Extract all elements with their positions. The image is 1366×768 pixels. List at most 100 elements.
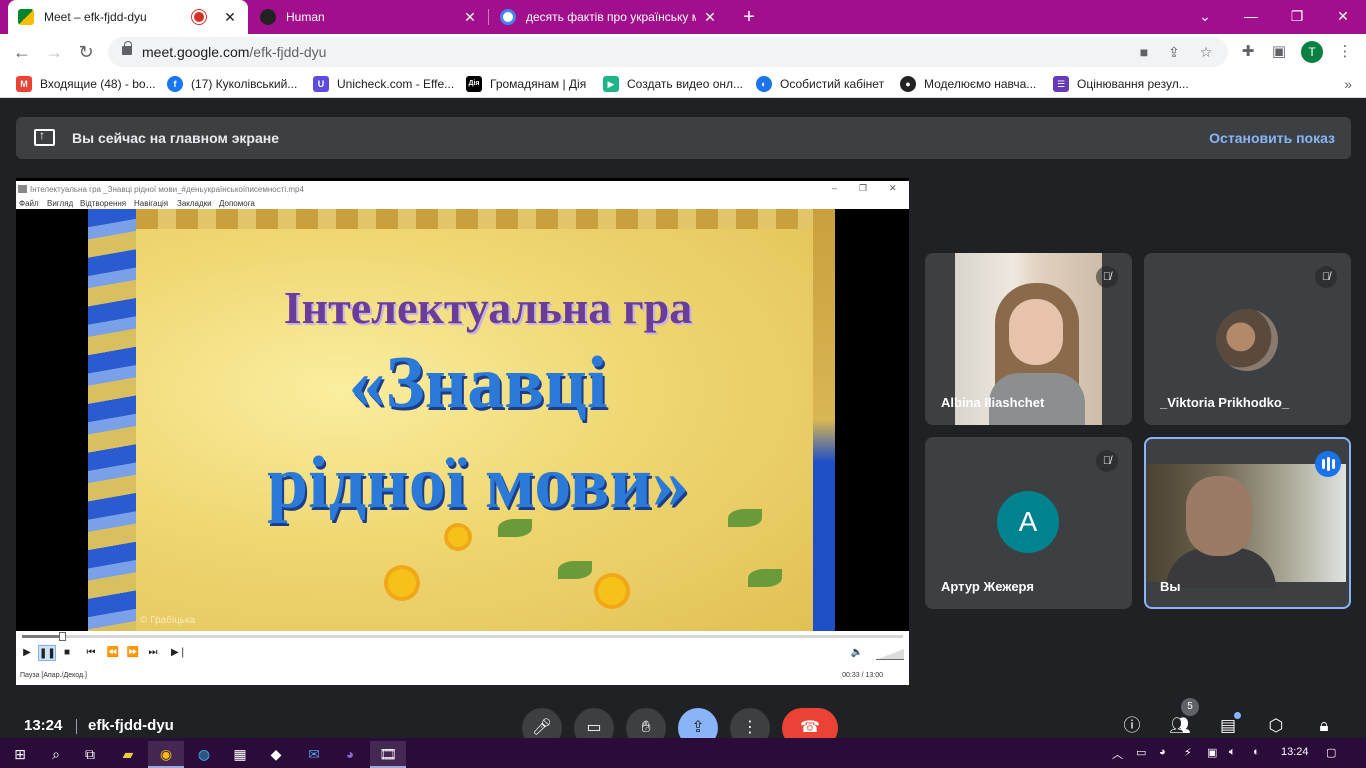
host-controls-button[interactable]: 🔒︎ [1310,712,1338,740]
profile-avatar[interactable]: T [1301,41,1323,63]
back-button[interactable]: ← [10,40,34,64]
microphone-icon: 🎤︎ [531,719,553,736]
notifications-icon[interactable]: ▢ [1326,746,1336,759]
tab-google-search[interactable]: десять фактів про українську мо ✕ [490,0,728,34]
mic-off-icon: 🎙̸ [1096,450,1118,472]
speaking-indicator-icon [1315,451,1341,477]
close-icon[interactable]: ✕ [462,9,478,26]
tray-chevron-icon[interactable]: ︿ [1112,746,1123,762]
file-explorer-icon[interactable]: ▰ [110,741,146,768]
people-icon: 👥︎ [1169,716,1191,735]
forward-button[interactable]: → [42,40,66,64]
participant-name: _Viktoria Prikhodko_ [1160,395,1290,410]
edge-icon[interactable]: ◍ [186,741,222,768]
share-icon[interactable]: ⇪ [1164,42,1184,62]
camera-in-use-icon[interactable]: ■ [1134,42,1154,62]
player-statusbar: Пауза [Апар./Декод.] 00:33 / 13:00 [16,667,909,685]
new-tab-button[interactable]: + [738,5,760,29]
player-menu-item: Файл [19,199,39,208]
search-icon[interactable]: ⌕ [38,741,74,768]
tab-title: десять фактів про українську мо [526,10,696,24]
bookmark-personal-cabinet[interactable]: ◐ Особистий кабінет [756,76,884,92]
mic-off-icon: 🎙̸ [1315,266,1337,288]
participant-tile[interactable]: 🎙̸ _Viktoria Prikhodko_ [1144,253,1351,425]
participant-tile-self[interactable]: Вы [1144,437,1351,609]
url-text: meet.google.com/efk-fjdd-dyu [142,44,327,60]
volume-tray-icon[interactable]: 🔈︎ [1229,746,1236,759]
more-bookmarks-icon[interactable]: » [1344,76,1352,92]
meeting-clock: 13:24 [24,717,63,734]
extensions-icon[interactable]: ✚ [1236,40,1260,64]
participant-name: Albina Iliashchet [941,395,1045,410]
activities-icon: ⬡ [1268,716,1284,735]
flower-decoration [388,569,416,597]
leaf-decoration [748,569,782,587]
battery-icon[interactable]: ▭ [1136,746,1146,759]
lock-person-icon: 🔒︎ [1319,716,1329,735]
bookmark-unicheck[interactable]: U Unicheck.com - Effe... [313,76,454,92]
restore-button[interactable]: ❐ [1274,0,1320,34]
viber-icon[interactable]: ◕ [332,741,368,768]
minimize-button[interactable]: — [1228,0,1274,34]
bookmark-video-creator[interactable]: ▶ Создать видео онл... [603,76,743,92]
activities-button[interactable]: ⬡ [1262,712,1290,740]
diia-icon: Дія [466,76,482,92]
taskbar-clock[interactable]: 13:24 [1281,746,1309,758]
stop-presenting-button[interactable]: Остановить показ [1209,130,1335,146]
flower-decoration [598,577,626,605]
start-windows-icon[interactable]: ⊞ [2,741,38,768]
tab-strip: Meet – efk-fjdd-dyu ✕ Human ✕ десять фак… [0,0,1366,34]
bookmark-diia[interactable]: Дія Громадянам | Дія [466,76,586,92]
divider [76,719,77,734]
participant-name: Артур Жежеря [941,579,1034,594]
flower-border [88,209,136,631]
seek-progress [22,635,59,638]
windows-taskbar: ⊞ ⌕ ⧉ ▰ ◉ ◍ ▦ ◆ ✉ ◕ 🎞︎ ︿ ▭ ◕ ⚡︎ ▣ 🔈︎ ◐ 1… [0,738,1366,768]
gmail-icon: M [16,76,32,92]
player-menu-item: Навігація [134,199,169,208]
fast-forward-icon: ⏩ [126,647,140,658]
media-player-icon[interactable]: 🎞︎ [370,741,406,768]
calculator-icon[interactable]: ▦ [222,741,258,768]
bookmark-modeling[interactable]: ● Моделюємо навча... [900,76,1036,92]
meeting-code: efk-fjdd-dyu [88,717,174,734]
side-panel-icon[interactable]: ▣ [1267,40,1291,64]
bookmark-facebook[interactable]: f (17) Куколівський... [167,76,297,92]
mail-icon[interactable]: ✉ [296,741,332,768]
shield-icon [260,9,276,25]
bookmark-star-icon[interactable]: ☆ [1196,42,1216,62]
close-icon[interactable]: ✕ [702,9,718,26]
bookmark-assessment[interactable]: ☰ Оцінювання резул... [1053,76,1189,92]
meeting-details-button[interactable]: ⓘ [1118,712,1146,740]
tab-meet[interactable]: Meet – efk-fjdd-dyu ✕ [8,0,248,34]
hand-icon: ✋︎ [641,719,651,736]
tab-title: Human [286,10,325,24]
reload-button[interactable]: ↻ [74,40,98,64]
cabinet-icon: ◐ [756,76,772,92]
people-button[interactable]: 👥︎ [1166,712,1194,740]
viber-tray-icon[interactable]: ◕ [1159,746,1166,758]
player-restore-icon: ❐ [859,183,868,193]
ethernet-icon[interactable]: ▣ [1207,746,1217,759]
meet-icon [18,9,34,25]
play-icon: ▶ [603,76,619,92]
bookmark-gmail[interactable]: M Входящие (48) - bo... [16,76,156,92]
lock-icon[interactable] [122,41,132,55]
security-icon[interactable]: ◐ [1253,746,1260,758]
tab-human[interactable]: Human ✕ [250,0,488,34]
close-window-button[interactable]: ✕ [1320,0,1366,34]
network-icon[interactable]: ⚡︎ [1184,746,1192,759]
next-icon: ⏭ [148,647,158,658]
present-screen-icon: ⇪ [691,719,705,736]
shared-screen: Інтелектуальна гра _Знавці рідної мови_#… [16,178,909,685]
participant-tile[interactable]: 🎙̸ Albina Iliashchet [925,253,1132,425]
menu-dots-icon[interactable]: ⋮ [1333,40,1357,64]
tab-search-chevron-icon[interactable]: ⌄ [1182,0,1228,34]
task-view-icon[interactable]: ⧉ [72,741,108,768]
participant-tile[interactable]: A 🎙̸ Артур Жежеря [925,437,1132,609]
chrome-icon[interactable]: ◉ [148,741,184,768]
ornament-border [136,209,835,229]
close-icon[interactable]: ✕ [222,9,238,26]
address-bar[interactable]: meet.google.com/efk-fjdd-dyu ■ ⇪ ☆ [108,37,1228,67]
maps-icon[interactable]: ◆ [258,741,294,768]
